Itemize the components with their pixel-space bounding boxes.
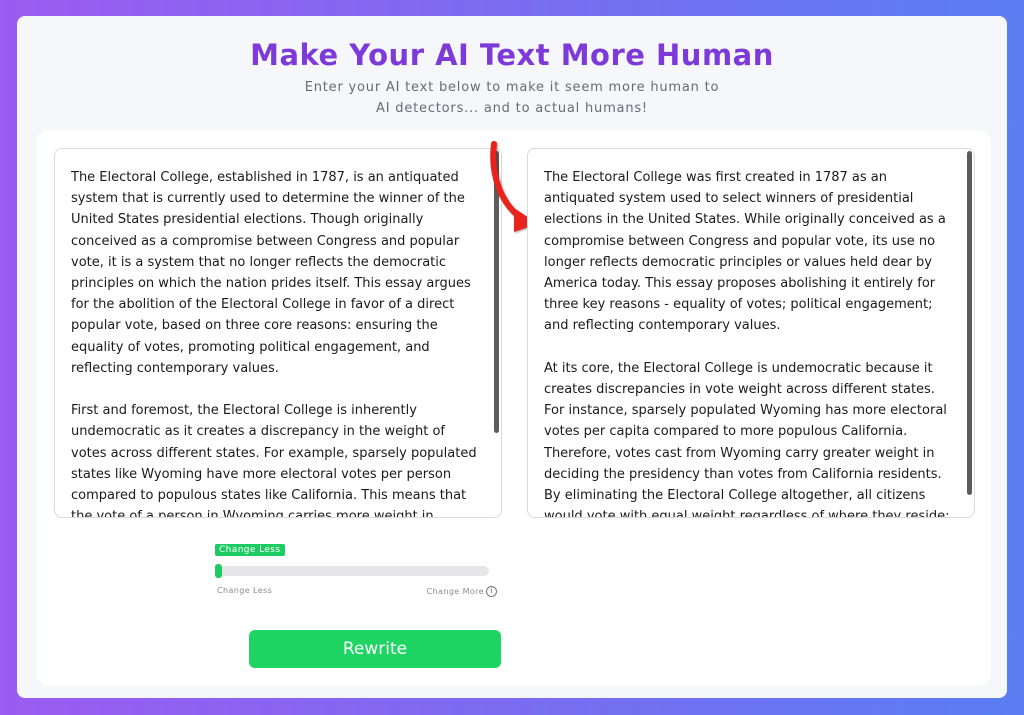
slider-value-badge: Change Less bbox=[215, 544, 285, 556]
slider-max-label: Change More bbox=[426, 587, 484, 596]
main-card: Make Your AI Text More Human Enter your … bbox=[17, 16, 1007, 698]
slider-min-label: Change Less bbox=[217, 586, 273, 595]
editor-panel: The Electoral College, established in 17… bbox=[37, 130, 991, 686]
slider-max-label-group: Change More i bbox=[427, 586, 497, 597]
rewrite-button[interactable]: Rewrite bbox=[249, 630, 501, 668]
output-textarea[interactable]: The Electoral College was first created … bbox=[527, 148, 975, 518]
page-title: Make Your AI Text More Human bbox=[250, 38, 774, 72]
info-icon[interactable]: i bbox=[486, 586, 497, 597]
page-subtitle: Enter your AI text below to make it seem… bbox=[304, 80, 720, 116]
input-textarea[interactable]: The Electoral College, established in 17… bbox=[54, 148, 502, 518]
output-scrollbar[interactable] bbox=[967, 151, 972, 495]
change-level-slider[interactable]: Change Less Change Less Change More i bbox=[215, 544, 497, 604]
slider-handle[interactable] bbox=[215, 564, 222, 578]
output-text[interactable]: The Electoral College was first created … bbox=[544, 167, 950, 517]
input-text[interactable]: The Electoral College, established in 17… bbox=[71, 167, 477, 517]
slider-track[interactable] bbox=[217, 566, 489, 576]
